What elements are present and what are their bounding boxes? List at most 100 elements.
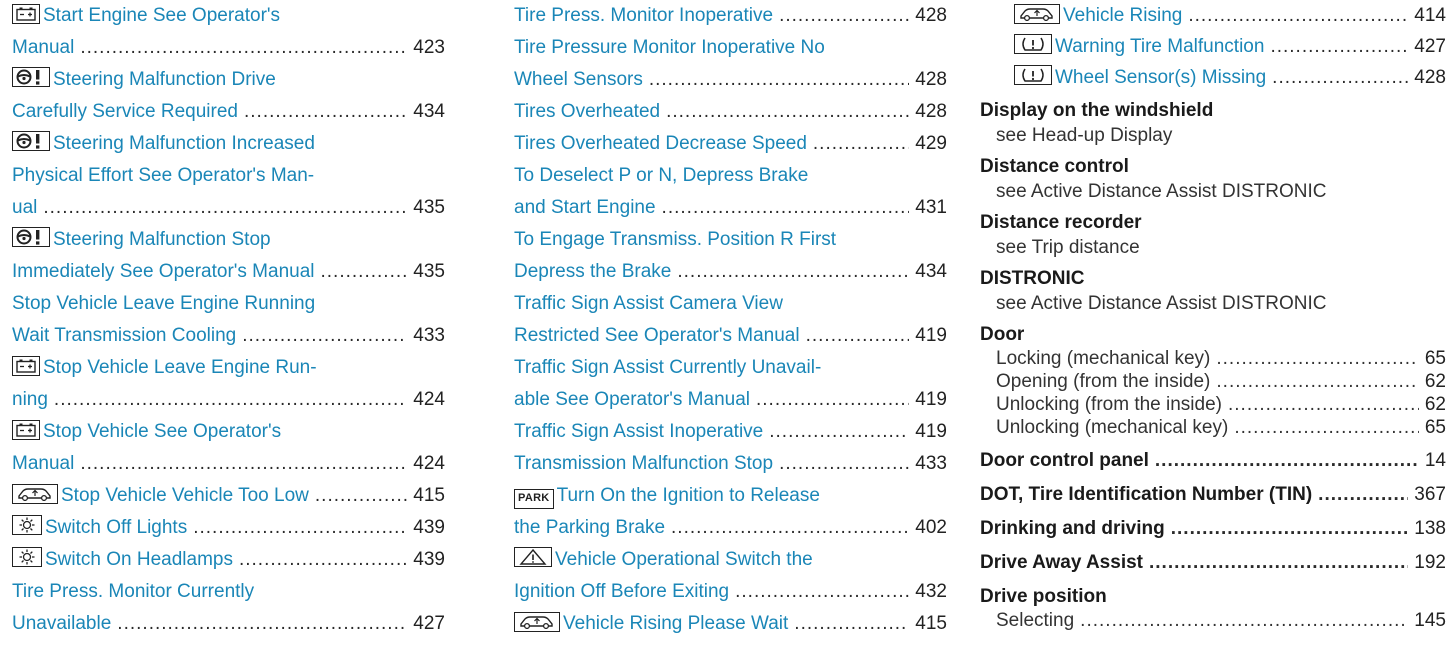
entry-text[interactable]: Steering Malfunction Drive xyxy=(53,64,276,96)
index-entry[interactable]: Traffic Sign Assist Currently Unavail-ab… xyxy=(514,352,947,416)
page-number[interactable]: 419 xyxy=(915,384,947,416)
entry-text[interactable]: Wait Transmission Cooling xyxy=(12,320,236,352)
entry-text[interactable]: Warning Tire Malfunction xyxy=(1055,31,1264,62)
entry-text[interactable]: Steering Malfunction Increased xyxy=(53,128,315,160)
index-entry[interactable]: To Deselect P or N, Depress Brake and Sta… xyxy=(514,160,947,224)
entry-text[interactable]: Manual xyxy=(12,448,74,480)
entry-text[interactable]: ual xyxy=(12,192,37,224)
page-number[interactable]: 14 xyxy=(1425,449,1446,473)
page-number[interactable]: 428 xyxy=(915,0,947,32)
index-entry[interactable]: Tire Pressure Monitor Inoperative No Whee… xyxy=(514,32,947,96)
index-entry[interactable]: Switch Off Lights 439 xyxy=(12,512,445,544)
subentry[interactable]: Locking (mechanical key) 65 xyxy=(996,347,1446,370)
entry-text[interactable]: Restricted See Operator's Manual xyxy=(514,320,800,352)
index-entry[interactable]: Stop Vehicle Leave Engine Running Wait Tr… xyxy=(12,288,445,352)
index-heading-door-control-panel[interactable]: Door control panel 14 xyxy=(980,449,1446,473)
page-number[interactable]: 431 xyxy=(915,192,947,224)
index-entry[interactable]: Traffic Sign Assist Inoperative 419 xyxy=(514,416,947,448)
subentry[interactable]: Selecting 145 xyxy=(996,609,1446,632)
index-entry[interactable]: Traffic Sign Assist Camera View Restricte… xyxy=(514,288,947,352)
entry-text[interactable]: ning xyxy=(12,384,48,416)
index-heading-drinking-driving[interactable]: Drinking and driving 138 xyxy=(980,517,1446,541)
page-number[interactable]: 433 xyxy=(413,320,445,352)
entry-text[interactable]: Physical Effort See Operator's Man- xyxy=(12,160,314,192)
entry-text[interactable]: Traffic Sign Assist Inoperative xyxy=(514,416,763,448)
entry-text[interactable]: Tire Press. Monitor Currently xyxy=(12,576,254,608)
entry-text[interactable]: Traffic Sign Assist Camera View xyxy=(514,288,783,320)
entry-text[interactable]: Stop Vehicle Vehicle Too Low xyxy=(61,480,309,512)
entry-text[interactable]: Wheel Sensor(s) Missing xyxy=(1055,62,1266,93)
entry-text[interactable]: Turn On the Ignition to Release xyxy=(557,480,820,512)
index-entry[interactable]: Switch On Headlamps 439 xyxy=(12,544,445,576)
index-entry[interactable]: Tires Overheated 428 xyxy=(514,96,947,128)
index-entry[interactable]: Tires Overheated Decrease Speed 429 xyxy=(514,128,947,160)
page-number[interactable]: 145 xyxy=(1414,609,1446,632)
page-number[interactable]: 429 xyxy=(915,128,947,160)
entry-text[interactable]: Vehicle Operational Switch the xyxy=(555,544,813,576)
page-number[interactable]: 419 xyxy=(915,320,947,352)
page-number[interactable]: 415 xyxy=(413,480,445,512)
page-number[interactable]: 428 xyxy=(915,64,947,96)
index-entry[interactable]: Stop Vehicle See Operator'sManual 424 xyxy=(12,416,445,480)
entry-text[interactable]: Wheel Sensors xyxy=(514,64,643,96)
page-number[interactable]: 62 xyxy=(1425,370,1446,393)
page-number[interactable]: 424 xyxy=(413,448,445,480)
page-number[interactable]: 433 xyxy=(915,448,947,480)
entry-text[interactable]: Carefully Service Required xyxy=(12,96,238,128)
entry-text[interactable]: To Engage Transmiss. Position R First xyxy=(514,224,836,256)
index-heading-drive-away-assist[interactable]: Drive Away Assist 192 xyxy=(980,551,1446,575)
page-number[interactable]: 62 xyxy=(1425,393,1446,416)
page-number[interactable]: 435 xyxy=(413,192,445,224)
page-number[interactable]: 435 xyxy=(413,256,445,288)
entry-text[interactable]: Depress the Brake xyxy=(514,256,671,288)
entry-text[interactable]: Steering Malfunction Stop xyxy=(53,224,271,256)
page-number[interactable]: 424 xyxy=(413,384,445,416)
page-number[interactable]: 434 xyxy=(915,256,947,288)
page-number[interactable]: 367 xyxy=(1414,483,1446,507)
entry-text[interactable]: Stop Vehicle See Operator's xyxy=(43,416,281,448)
page-number[interactable]: 427 xyxy=(1414,31,1446,62)
page-number[interactable]: 427 xyxy=(413,608,445,640)
page-number[interactable]: 192 xyxy=(1414,551,1446,575)
page-number[interactable]: 414 xyxy=(1414,0,1446,31)
page-number[interactable]: 428 xyxy=(915,96,947,128)
page-number[interactable]: 65 xyxy=(1425,416,1446,439)
page-number[interactable]: 423 xyxy=(413,32,445,64)
entry-text[interactable]: Vehicle Rising Please Wait xyxy=(563,608,788,640)
index-entry[interactable]: Start Engine See Operator'sManual 423 xyxy=(12,0,445,64)
subentry[interactable]: Unlocking (mechanical key) 65 xyxy=(996,416,1446,439)
index-entry[interactable]: Stop Vehicle Vehicle Too Low 415 xyxy=(12,480,445,512)
page-number[interactable]: 65 xyxy=(1425,347,1446,370)
page-number[interactable]: 434 xyxy=(413,96,445,128)
index-entry[interactable]: Tire Press. Monitor Currently Unavailable… xyxy=(12,576,445,640)
index-entry[interactable]: Transmission Malfunction Stop 433 xyxy=(514,448,947,480)
entry-text[interactable]: To Deselect P or N, Depress Brake xyxy=(514,160,808,192)
entry-text[interactable]: Start Engine See Operator's xyxy=(43,0,280,32)
entry-text[interactable]: Manual xyxy=(12,32,74,64)
index-entry[interactable]: Vehicle Operational Switch the Ignition O… xyxy=(514,544,947,608)
index-entry[interactable]: To Engage Transmiss. Position R First Dep… xyxy=(514,224,947,288)
see-reference[interactable]: see Active Distance Assist DISTRONIC xyxy=(980,179,1446,204)
entry-text[interactable]: Switch On Headlamps xyxy=(45,544,233,576)
index-heading-dot-tin[interactable]: DOT, Tire Identification Number (TIN) 36… xyxy=(980,483,1446,507)
page-number[interactable]: 402 xyxy=(915,512,947,544)
index-entry[interactable]: Steering Malfunction Increased Physical E… xyxy=(12,128,445,224)
subentry[interactable]: Unlocking (from the inside) 62 xyxy=(996,393,1446,416)
entry-text[interactable]: Immediately See Operator's Manual xyxy=(12,256,315,288)
index-entry[interactable]: Vehicle Rising 414 xyxy=(1014,0,1446,31)
entry-text[interactable]: Vehicle Rising xyxy=(1063,0,1182,31)
index-entry[interactable]: Vehicle Rising Please Wait 415 xyxy=(514,608,947,640)
see-reference[interactable]: see Trip distance xyxy=(980,235,1446,260)
page-number[interactable]: 439 xyxy=(413,544,445,576)
index-entry[interactable]: Steering Malfunction Drive Carefully Serv… xyxy=(12,64,445,128)
entry-text[interactable]: and Start Engine xyxy=(514,192,656,224)
page-number[interactable]: 415 xyxy=(915,608,947,640)
entry-text[interactable]: Traffic Sign Assist Currently Unavail- xyxy=(514,352,821,384)
subentry[interactable]: Opening (from the inside) 62 xyxy=(996,370,1446,393)
entry-text[interactable]: Tire Pressure Monitor Inoperative No xyxy=(514,32,825,64)
entry-text[interactable]: Transmission Malfunction Stop xyxy=(514,448,773,480)
index-entry[interactable]: PARK Turn On the Ignition to Release the P… xyxy=(514,480,947,544)
entry-text[interactable]: Tires Overheated Decrease Speed xyxy=(514,128,807,160)
entry-text[interactable]: Tire Press. Monitor Inoperative xyxy=(514,0,773,32)
page-number[interactable]: 432 xyxy=(915,576,947,608)
